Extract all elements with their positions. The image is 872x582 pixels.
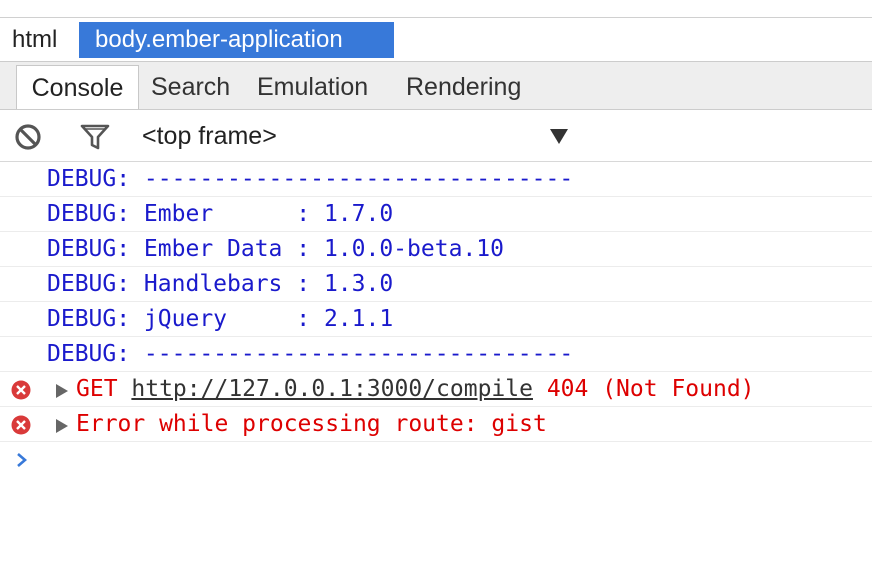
console-prompt[interactable] [0,442,872,478]
debug-message: DEBUG: Handlebars : 1.3.0 [47,271,394,297]
tab-search[interactable]: Search [151,65,230,109]
console-error-row[interactable]: GET http://127.0.0.1:3000/compile 404 (N… [0,372,872,407]
tab-console[interactable]: Console [16,65,139,109]
panel-tab-bar: Console Search Emulation Rendering [0,61,872,110]
debug-message: DEBUG: Ember Data : 1.0.0-beta.10 [47,236,504,262]
error-icon [11,380,31,400]
error-icon [11,415,31,435]
prompt-chevron-icon [17,453,27,467]
error-message: Error while processing route: gist [76,411,547,437]
breadcrumb-item-body[interactable]: body.ember-application [79,22,394,58]
tab-rendering[interactable]: Rendering [406,65,521,109]
breadcrumb: html body.ember-application [0,17,872,59]
console-log-row: DEBUG: ------------------------------- [0,337,872,372]
console-log-row: DEBUG: Ember Data : 1.0.0-beta.10 [0,232,872,267]
filter-icon[interactable] [80,122,110,152]
debug-message: DEBUG: Ember : 1.7.0 [47,201,394,227]
console-log-row: DEBUG: jQuery : 2.1.1 [0,302,872,337]
console-log-row: DEBUG: ------------------------------- [0,162,872,197]
console-toolbar: <top frame> [0,110,872,162]
breadcrumb-item-html[interactable]: html [0,22,69,58]
dropdown-arrow-icon[interactable] [548,126,570,146]
debug-message: DEBUG: ------------------------------- [47,341,574,367]
tab-emulation[interactable]: Emulation [257,65,368,109]
expand-triangle-icon[interactable] [55,418,69,434]
console-log-row: DEBUG: Handlebars : 1.3.0 [0,267,872,302]
error-message: GET http://127.0.0.1:3000/compile 404 (N… [76,372,755,407]
debug-message: DEBUG: jQuery : 2.1.1 [47,306,394,332]
expand-triangle-icon[interactable] [55,383,69,399]
console-log-row: DEBUG: Ember : 1.7.0 [0,197,872,232]
clear-console-icon[interactable] [13,122,43,152]
response-status: 404 (Not Found) [532,376,755,402]
console-messages: DEBUG: ------------------------------- D… [0,162,872,478]
frame-selector[interactable]: <top frame> [142,118,277,154]
request-url-link[interactable]: http://127.0.0.1:3000/compile [131,376,533,402]
console-error-row[interactable]: Error while processing route: gist [0,407,872,442]
debug-message: DEBUG: ------------------------------- [47,166,574,192]
request-method: GET [76,376,132,402]
